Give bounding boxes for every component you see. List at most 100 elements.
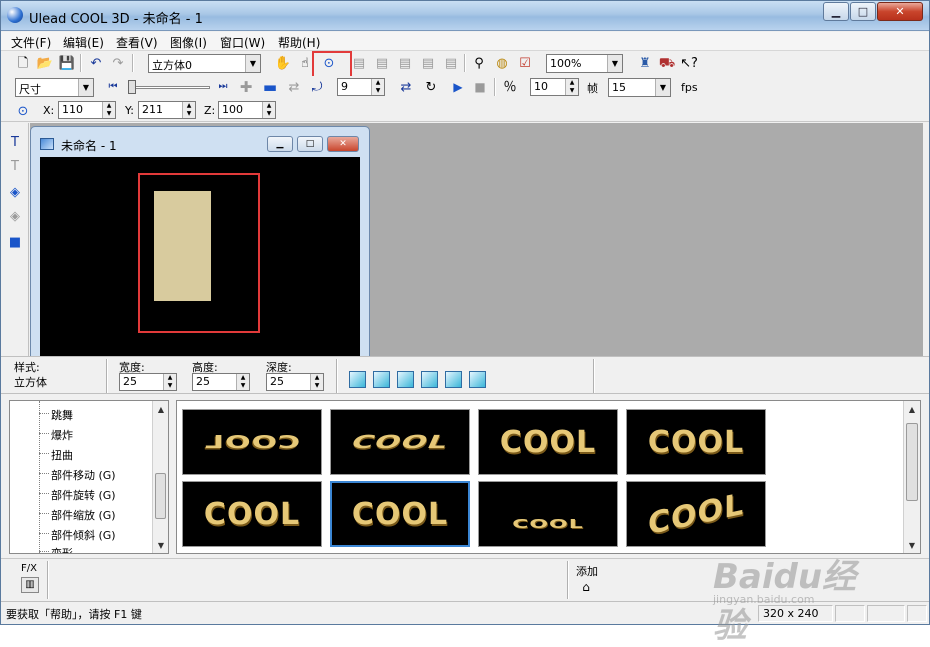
tree-item[interactable]: 部件移动 (G)	[51, 467, 116, 483]
z-spinner[interactable]: 100 ▲ ▼	[218, 101, 276, 119]
cube-style-4-icon[interactable]	[421, 371, 438, 388]
height-spinner[interactable]: 25 ▲ ▼	[192, 373, 250, 391]
spinner-arrows[interactable]: ▲ ▼	[310, 374, 323, 390]
checkbox-preview-icon[interactable]: ☑	[516, 54, 534, 72]
layer-back-icon[interactable]: ▤	[419, 54, 437, 72]
gallery-scrollbar[interactable]: ▲ ▼	[903, 401, 920, 553]
remove-keyframe-icon[interactable]: ▬	[261, 78, 279, 96]
loop-icon[interactable]: ⤾	[308, 78, 326, 96]
insert-graphic-icon[interactable]: ◈	[6, 183, 24, 201]
tree-item[interactable]: 部件倾斜 (G)	[51, 527, 116, 543]
spinner-arrows[interactable]: ▲ ▼	[262, 102, 275, 118]
spinner-arrows[interactable]: ▲ ▼	[236, 374, 249, 390]
reverse-icon[interactable]: ⇄	[285, 78, 303, 96]
menu-window[interactable]: 窗口(W)	[220, 34, 265, 51]
gallery-thumb-selected[interactable]: COOL	[330, 481, 470, 547]
tree-scroll-thumb[interactable]	[155, 473, 166, 519]
spinner-arrows[interactable]: ▲ ▼	[163, 374, 176, 390]
tree-item[interactable]: 扭曲	[51, 447, 73, 463]
add-to-list-icon[interactable]: ⌂	[577, 579, 595, 595]
redo-icon[interactable]: ↷	[109, 54, 127, 72]
frame-spinner[interactable]: 9 ▲ ▼	[337, 78, 385, 96]
context-help-icon[interactable]: ↖?	[680, 54, 698, 72]
x-spinner[interactable]: 110 ▲ ▼	[58, 101, 116, 119]
eye-dropper-icon[interactable]: ⚲	[470, 54, 488, 72]
layer-forward-icon[interactable]: ▤	[373, 54, 391, 72]
attribute-combo[interactable]: 尺寸 ▼	[15, 78, 94, 97]
insert-geometry-icon[interactable]: ■	[6, 233, 24, 251]
doc-minimize-button[interactable]: ▁	[267, 136, 293, 152]
save-icon[interactable]: 💾	[58, 54, 76, 72]
cube-style-2-icon[interactable]	[373, 371, 390, 388]
cube-style-1-icon[interactable]	[349, 371, 366, 388]
registration-icon[interactable]: ⛟	[658, 54, 676, 72]
swap-icon[interactable]: ⇄	[397, 78, 415, 96]
gallery-thumb[interactable]: COOL	[330, 409, 470, 475]
menu-file[interactable]: 文件(F)	[11, 34, 51, 51]
menu-help[interactable]: 帮助(H)	[278, 34, 320, 51]
total-frames-spinner[interactable]: 10 ▲ ▼	[530, 78, 579, 96]
menu-view[interactable]: 查看(V)	[116, 34, 158, 51]
layer-front-icon[interactable]: ▤	[350, 54, 368, 72]
insert-text-icon[interactable]: T	[6, 133, 24, 151]
cube-style-5-icon[interactable]	[445, 371, 462, 388]
position-mode-icon[interactable]: ⊙	[14, 102, 32, 120]
refresh-icon[interactable]: ↻	[422, 78, 440, 96]
depth-spinner[interactable]: 25 ▲ ▼	[266, 373, 324, 391]
doc-close-button[interactable]: ✕	[327, 136, 359, 152]
resize-grip[interactable]	[907, 605, 927, 622]
scroll-down-icon[interactable]: ▼	[904, 537, 920, 553]
scroll-up-icon[interactable]: ▲	[904, 401, 920, 417]
tree-scrollbar[interactable]: ▲ ▼	[152, 401, 168, 553]
tree-item[interactable]: 变形	[51, 545, 73, 553]
gallery-thumb[interactable]: COOL	[626, 409, 766, 475]
gallery-thumb[interactable]: COOL	[478, 409, 618, 475]
globe-icon[interactable]: ◍	[493, 54, 511, 72]
undo-icon[interactable]: ↶	[87, 54, 105, 72]
gallery-thumb[interactable]: COOL	[478, 481, 618, 547]
gallery-thumb[interactable]: COOL	[182, 481, 322, 547]
timeline-slider-handle[interactable]	[128, 80, 136, 94]
object-select-combo[interactable]: 立方体0 ▼	[148, 54, 261, 73]
play-icon[interactable]: ▶	[449, 78, 467, 96]
menu-edit[interactable]: 编辑(E)	[63, 34, 104, 51]
add-keyframe-icon[interactable]: ✚	[237, 78, 255, 96]
timeline-slider[interactable]	[128, 86, 210, 89]
tree-item[interactable]: 部件旋转 (G)	[51, 487, 116, 503]
percent-icon[interactable]: ％	[501, 78, 519, 96]
spinner-arrows[interactable]: ▲ ▼	[565, 79, 578, 95]
gallery-thumb[interactable]: COOL	[626, 481, 766, 547]
close-button[interactable]: ✕	[877, 2, 923, 21]
scroll-down-icon[interactable]: ▼	[153, 537, 169, 553]
fps-combo[interactable]: 15 ▼	[608, 78, 671, 97]
gallery-thumb[interactable]: COOL	[182, 409, 322, 475]
tree-item[interactable]: 跳舞	[51, 407, 73, 423]
layer-order-icon[interactable]: ▤	[442, 54, 460, 72]
gallery-scroll-thumb[interactable]	[906, 423, 918, 501]
maximize-button[interactable]: □	[850, 2, 876, 21]
ulead-web-icon[interactable]: ♜	[636, 54, 654, 72]
open-folder-icon[interactable]: 📂	[36, 54, 54, 72]
spinner-arrows[interactable]: ▲ ▼	[182, 102, 195, 118]
tree-item[interactable]: 爆炸	[51, 427, 73, 443]
scroll-up-icon[interactable]: ▲	[153, 401, 169, 417]
last-frame-icon[interactable]: ⏭	[214, 78, 232, 96]
spinner-arrows[interactable]: ▲ ▼	[102, 102, 115, 118]
pan-hand-icon[interactable]: ✋	[274, 54, 292, 72]
new-file-icon[interactable]: 🗋	[14, 54, 32, 72]
width-spinner[interactable]: 25 ▲ ▼	[119, 373, 177, 391]
edit-text-icon[interactable]: T	[6, 157, 24, 175]
spinner-arrows[interactable]: ▲ ▼	[371, 79, 384, 95]
layer-backward-icon[interactable]: ▤	[396, 54, 414, 72]
first-frame-icon[interactable]: ⏮	[104, 78, 122, 96]
tree-item[interactable]: 部件缩放 (G)	[51, 507, 116, 523]
stop-icon[interactable]: ■	[471, 78, 489, 96]
menu-image[interactable]: 图像(I)	[170, 34, 207, 51]
cube-style-6-icon[interactable]	[469, 371, 486, 388]
edit-graphic-icon[interactable]: ◈	[6, 207, 24, 225]
minimize-button[interactable]: ▁	[823, 2, 849, 21]
zoom-combo[interactable]: 100% ▼	[546, 54, 623, 73]
y-spinner[interactable]: 211 ▲ ▼	[138, 101, 196, 119]
fx-toggle-icon[interactable]: ▥	[21, 577, 39, 593]
cube-style-3-icon[interactable]	[397, 371, 414, 388]
